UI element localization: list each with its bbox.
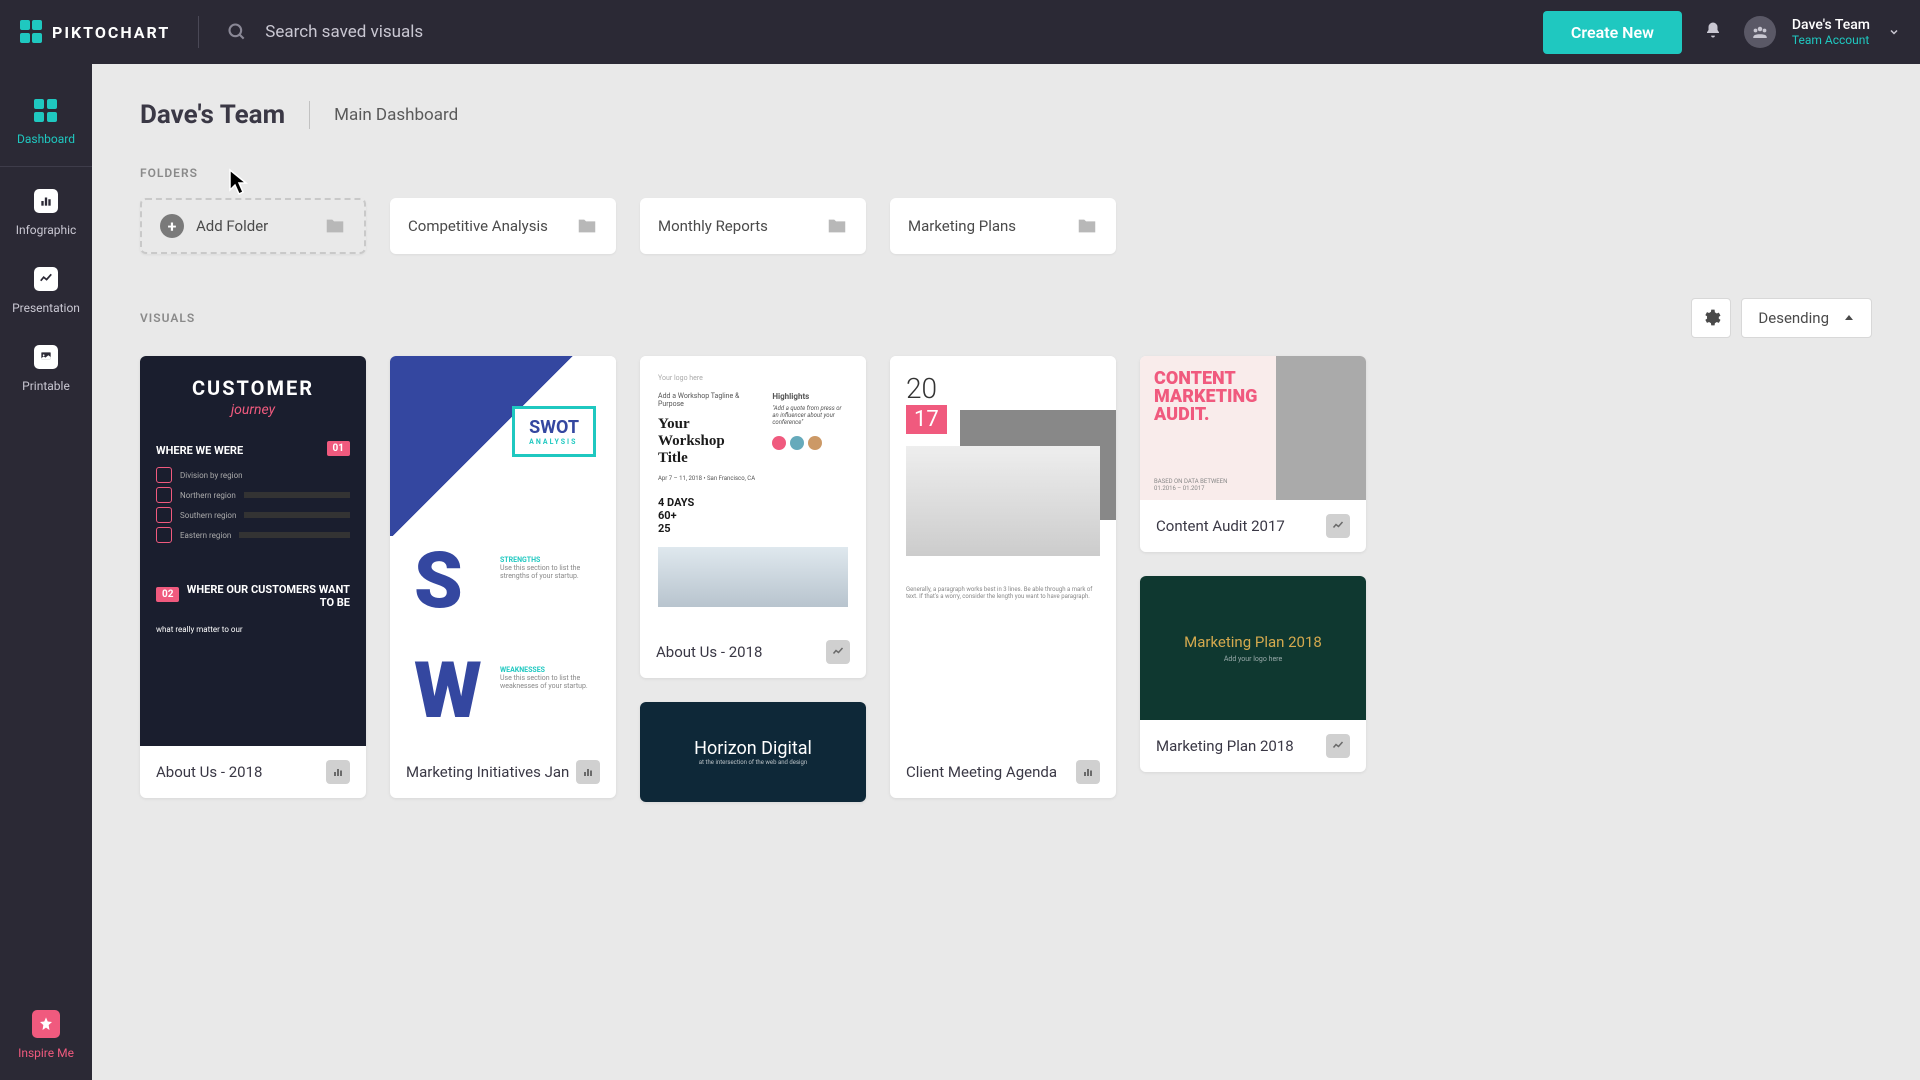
infographic-icon: [32, 187, 60, 215]
visual-card[interactable]: SWOTANALYSIS SSTRENGTHSUse this section …: [390, 356, 616, 798]
visual-title: Marketing Initiatives Jan: [406, 763, 569, 781]
visual-thumbnail: 20 17 BIG EVENT CREATE YOUR OWN INFOGRAP…: [890, 356, 1116, 746]
type-badge-presentation-icon: [1326, 514, 1350, 538]
type-badge-infographic-icon: [1076, 760, 1100, 784]
type-badge-infographic-icon: [576, 760, 600, 784]
folder-icon: [826, 215, 848, 237]
add-folder-label: Add Folder: [196, 217, 268, 235]
visual-title: About Us - 2018: [656, 643, 762, 661]
logo[interactable]: PIKTOCHART: [20, 20, 170, 44]
visual-thumbnail: Your logo here Add a Workshop Tagline & …: [640, 356, 866, 626]
page-header: Dave's Team Main Dashboard: [140, 100, 1872, 130]
sort-button[interactable]: Desending: [1741, 298, 1872, 338]
folder-competitive-analysis[interactable]: Competitive Analysis: [390, 198, 616, 254]
sort-arrow-icon: [1843, 312, 1855, 324]
create-new-button[interactable]: Create New: [1543, 11, 1682, 54]
visual-thumbnail: CUSTOMERjourney WHERE WE WERE01 Division…: [140, 356, 366, 746]
visual-title: Client Meeting Agenda: [906, 763, 1057, 781]
visuals-header: VISUALS Desending: [140, 298, 1872, 338]
visual-thumbnail: Marketing Plan 2018 Add your logo here: [1140, 576, 1366, 720]
folder-name: Competitive Analysis: [408, 217, 548, 235]
team-avatar-icon[interactable]: [1744, 16, 1776, 48]
visual-card[interactable]: CONTENTMARKETINGAUDIT. BASED ON DATA BET…: [1140, 356, 1366, 552]
search-input[interactable]: [265, 22, 665, 42]
visual-title: Content Audit 2017: [1156, 517, 1285, 535]
sidebar-item-printable[interactable]: Printable: [0, 329, 92, 407]
folders-row: + Add Folder Competitive Analysis Monthl…: [140, 198, 1872, 254]
type-badge-presentation-icon: [1326, 734, 1350, 758]
folder-marketing-plans[interactable]: Marketing Plans: [890, 198, 1116, 254]
type-badge-presentation-icon: [826, 640, 850, 664]
settings-button[interactable]: [1691, 298, 1731, 338]
plus-icon: +: [160, 214, 184, 238]
search-area: [227, 22, 1543, 42]
sidebar-item-presentation[interactable]: Presentation: [0, 251, 92, 329]
folders-section-label: FOLDERS: [140, 166, 1872, 180]
sidebar-item-inspire-me[interactable]: Inspire Me: [18, 1010, 74, 1060]
divider: [198, 16, 199, 48]
printable-icon: [32, 343, 60, 371]
visual-title: Marketing Plan 2018: [1156, 737, 1294, 755]
sidebar-item-dashboard[interactable]: Dashboard: [0, 82, 92, 160]
main-content: Dave's Team Main Dashboard FOLDERS + Add…: [92, 64, 1920, 1080]
account-team-name: Dave's Team: [1792, 17, 1870, 33]
sidebar-item-infographic[interactable]: Infographic: [0, 173, 92, 251]
presentation-icon: [32, 265, 60, 293]
visual-card[interactable]: Horizon Digital at the intersection of t…: [640, 702, 866, 802]
folder-name: Marketing Plans: [908, 217, 1016, 235]
star-icon: [32, 1010, 60, 1038]
folder-name: Monthly Reports: [658, 217, 768, 235]
dashboard-icon: [32, 96, 60, 124]
sidebar: Dashboard Infographic Presentation Print…: [0, 64, 92, 1080]
visual-thumbnail: SWOTANALYSIS SSTRENGTHSUse this section …: [390, 356, 616, 746]
gear-icon: [1701, 308, 1721, 328]
visual-card[interactable]: Marketing Plan 2018 Add your logo here M…: [1140, 576, 1366, 772]
sort-label: Desending: [1758, 309, 1829, 327]
breadcrumb: Main Dashboard: [334, 105, 458, 125]
visuals-grid: CUSTOMERjourney WHERE WE WERE01 Division…: [140, 356, 1872, 802]
sidebar-label: Infographic: [16, 223, 77, 237]
visual-card[interactable]: Your logo here Add a Workshop Tagline & …: [640, 356, 866, 678]
sidebar-label: Presentation: [12, 301, 80, 315]
divider: [309, 101, 310, 129]
sidebar-label: Dashboard: [17, 132, 75, 146]
folder-monthly-reports[interactable]: Monthly Reports: [640, 198, 866, 254]
account-info[interactable]: Dave's Team Team Account: [1792, 17, 1870, 47]
type-badge-infographic-icon: [326, 760, 350, 784]
folder-icon: [324, 215, 346, 237]
visual-title: About Us - 2018: [156, 763, 262, 781]
visual-thumbnail: Horizon Digital at the intersection of t…: [640, 702, 866, 802]
sidebar-label: Printable: [22, 379, 70, 393]
visuals-controls: Desending: [1691, 298, 1872, 338]
logo-icon: [20, 20, 44, 44]
top-bar: PIKTOCHART Create New Dave's Team Team A…: [0, 0, 1920, 64]
visual-card[interactable]: 20 17 BIG EVENT CREATE YOUR OWN INFOGRAP…: [890, 356, 1116, 798]
account-menu-chevron-icon[interactable]: [1888, 23, 1900, 42]
inspire-label: Inspire Me: [18, 1046, 74, 1060]
visual-card[interactable]: CUSTOMERjourney WHERE WE WERE01 Division…: [140, 356, 366, 798]
folder-icon: [1076, 215, 1098, 237]
visual-thumbnail: CONTENTMARKETINGAUDIT. BASED ON DATA BET…: [1140, 356, 1366, 500]
visuals-section-label: VISUALS: [140, 311, 195, 325]
folder-icon: [576, 215, 598, 237]
divider: [0, 166, 92, 167]
search-icon: [227, 22, 247, 42]
account-subtitle: Team Account: [1792, 33, 1870, 47]
add-folder-button[interactable]: + Add Folder: [140, 198, 366, 254]
page-title: Dave's Team: [140, 100, 285, 130]
notifications-icon[interactable]: [1704, 21, 1722, 43]
brand-name: PIKTOCHART: [52, 23, 170, 42]
